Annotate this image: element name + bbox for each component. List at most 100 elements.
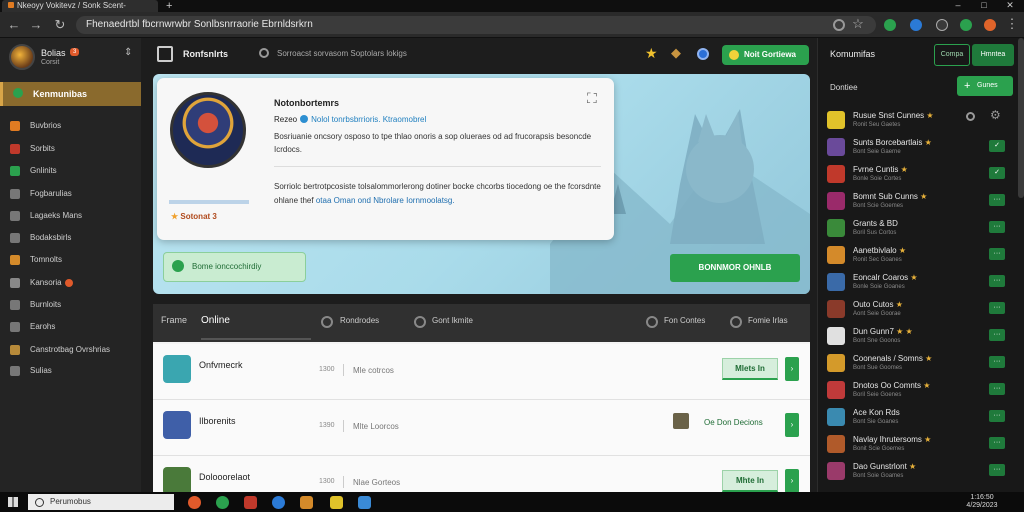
community-action-button[interactable]: ···: [989, 302, 1005, 314]
community-action-button[interactable]: ···: [989, 248, 1005, 260]
sidebar-item-active[interactable]: Kenmunibas: [0, 82, 141, 106]
taskbar-chrome-icon[interactable]: [216, 496, 229, 509]
notification-icon[interactable]: [697, 48, 709, 60]
tab-a[interactable]: Rondrodes: [340, 316, 379, 325]
expand-icon[interactable]: ⛶: [587, 90, 597, 107]
taskbar-app-icon[interactable]: [300, 496, 313, 509]
add-button[interactable]: Gunes: [957, 76, 1013, 96]
panel-outline-button[interactable]: Compa: [934, 44, 970, 66]
sidebar-item[interactable]: Kansoria: [0, 272, 141, 294]
sidebar-item[interactable]: Lagaeks Mans: [0, 205, 141, 227]
community-action-button[interactable]: ···: [989, 383, 1005, 395]
browser-tab[interactable]: Nkeoyy Vokitevz / Sonk Scent-: [2, 0, 158, 12]
community-action-button[interactable]: ···: [989, 275, 1005, 287]
reload-icon[interactable]: ↻: [52, 17, 68, 33]
sidebar-item[interactable]: Tomnolts: [0, 249, 141, 271]
chevron-right-icon[interactable]: ›: [785, 357, 799, 381]
community-action-button[interactable]: ···: [989, 194, 1005, 206]
community-item[interactable]: Coonenals / Somns ★ Bont Sue Goomes ···: [818, 351, 1018, 378]
sidebar-collapse-icon[interactable]: ⇕: [124, 47, 132, 58]
taskbar-app-icon[interactable]: [188, 496, 201, 509]
sidebar-item[interactable]: Canstrotbag Ovrshrias: [0, 339, 141, 361]
community-name-line: Fvrne Cuntis ★: [853, 165, 908, 174]
hero-action-button[interactable]: BONNMOR OHNLB: [670, 254, 800, 282]
community-action-button[interactable]: ···: [989, 356, 1005, 368]
community-item[interactable]: Aanetbivlalo ★ Ronit Sec Goanes ···: [818, 243, 1018, 270]
community-action-button[interactable]: ···: [989, 410, 1005, 422]
browser-menu-icon[interactable]: ⋮: [1004, 16, 1020, 32]
tab-d[interactable]: Fomie Irlas: [748, 316, 788, 325]
user-avatar[interactable]: [9, 44, 35, 70]
new-tab-button[interactable]: +: [166, 0, 172, 12]
community-item[interactable]: Eoncalr Coaros ★ Bonle Soie Goanes ···: [818, 270, 1018, 297]
shield-icon[interactable]: ◆: [671, 45, 681, 61]
friend-row[interactable]: Onfvmecrk 1300 Mle cotrcos Mlets In ›: [153, 344, 810, 400]
taskbar-edge-icon[interactable]: [272, 496, 285, 509]
panel-filled-button[interactable]: Hmntea: [972, 44, 1014, 66]
community-action-button[interactable]: ···: [989, 221, 1005, 233]
community-item[interactable]: Navlay Ihrutersoms ★ Bonit Scie Goemes ···: [818, 432, 1018, 459]
sidebar-item[interactable]: Sulias: [0, 360, 141, 382]
community-item[interactable]: Bomnt Sub Cunns ★ Bont Scie Goemes ···: [818, 189, 1018, 216]
community-item[interactable]: Dnotos Oo Comnts ★ Boril Seie Goenes ···: [818, 378, 1018, 405]
favorite-star-icon[interactable]: ★: [645, 45, 658, 62]
tab-c[interactable]: Fon Contes: [664, 316, 705, 325]
status-box[interactable]: Bome ionccochirdiy: [163, 252, 306, 282]
taskbar-app-icon[interactable]: [244, 496, 257, 509]
community-item[interactable]: Rusue Snst Cunnes ★ Ronit Seu Gaetes: [818, 108, 1018, 135]
maximize-button[interactable]: □: [974, 0, 994, 11]
sidebar-item[interactable]: Burnloits: [0, 294, 141, 316]
sidebar-item[interactable]: Sorbits: [0, 138, 141, 160]
profile-orange-icon[interactable]: [984, 19, 996, 31]
taskbar-search-input[interactable]: Perumobus: [28, 494, 174, 510]
taskbar-app-icon[interactable]: [330, 496, 343, 509]
address-input[interactable]: Fhenaedrtbl fbcrnwrwbr Sonlbsnrraorie Eb…: [76, 16, 876, 34]
blue-extension-icon[interactable]: [910, 19, 922, 31]
sidebar-item[interactable]: Earohs: [0, 316, 141, 338]
green-extension-icon[interactable]: [884, 19, 896, 31]
community-item[interactable]: Fvrne Cuntis ★ Bonle Soie Cortes ✓: [818, 162, 1018, 189]
friend-row[interactable]: Ilborenits 1390 Mlte Loorcos Oe Don Deci…: [153, 400, 810, 456]
scrollbar[interactable]: [1018, 38, 1024, 198]
search-input[interactable]: Sorroacst sorvasom Soptolars lokigs: [277, 46, 487, 62]
community-action-button[interactable]: ✓: [989, 140, 1005, 152]
sidebar-item[interactable]: Fogbarulias: [0, 183, 141, 205]
community-action-button[interactable]: ···: [989, 437, 1005, 449]
sidebar-item[interactable]: Bodaksbirls: [0, 227, 141, 249]
bookmark-star-icon[interactable]: ☆: [850, 16, 866, 32]
community-action-button[interactable]: ···: [989, 464, 1005, 476]
join-button[interactable]: Mhte In: [722, 470, 778, 492]
community-item[interactable]: Dao Gunstrlont ★ Bont Soie Goames ···: [818, 459, 1018, 486]
tagline-link[interactable]: Nolol tonrbsbrrioris. Ktraomobrel: [311, 115, 426, 124]
sidebar-item[interactable]: Gnlinits: [0, 160, 141, 182]
top-action-button[interactable]: Noit Gortiewa: [722, 45, 809, 65]
community-name-line: Coonenals / Somns ★: [853, 354, 932, 363]
search-icon[interactable]: [259, 48, 269, 58]
windows-start-icon[interactable]: [8, 497, 18, 507]
friend-game[interactable]: Oe Don Decions: [704, 418, 763, 427]
community-item[interactable]: Outo Cutos ★ Aont Seie Goorae ···: [818, 297, 1018, 324]
account-green-icon[interactable]: [960, 19, 972, 31]
community-item[interactable]: Ace Kon Rds Bont Sie Goanes ···: [818, 405, 1018, 432]
chevron-right-icon[interactable]: ›: [785, 413, 799, 437]
forward-arrow-icon[interactable]: →: [28, 17, 44, 33]
close-window-button[interactable]: ✕: [1000, 0, 1020, 11]
minimize-button[interactable]: –: [948, 0, 968, 11]
about-link[interactable]: otaa Oman ond Nbrolare: [316, 196, 404, 205]
sidebar-item[interactable]: Buvbrios: [0, 115, 141, 137]
taskbar-app-icon[interactable]: [358, 496, 371, 509]
tab-all[interactable]: Frame: [161, 315, 187, 325]
community-action-button[interactable]: ✓: [989, 167, 1005, 179]
tab-online[interactable]: Online: [201, 315, 230, 326]
community-item[interactable]: Dun Gunn7 ★ ★ Bont Sne Goonos ···: [818, 324, 1018, 351]
tab-b[interactable]: Gont Ikmite: [432, 316, 473, 325]
profile-avatar[interactable]: [170, 92, 246, 168]
chevron-right-icon[interactable]: ›: [785, 469, 799, 493]
join-button[interactable]: Mlets In: [722, 358, 778, 380]
history-icon[interactable]: [833, 19, 845, 31]
extensions-puzzle-icon[interactable]: [936, 19, 948, 31]
back-arrow-icon[interactable]: ←: [6, 17, 22, 33]
community-item[interactable]: Sunts Borcebartlais ★ Bont Seie Gaerne ✓: [818, 135, 1018, 162]
community-action-button[interactable]: ···: [989, 329, 1005, 341]
community-item[interactable]: Grants & BD Boril Sus Cortos ···: [818, 216, 1018, 243]
